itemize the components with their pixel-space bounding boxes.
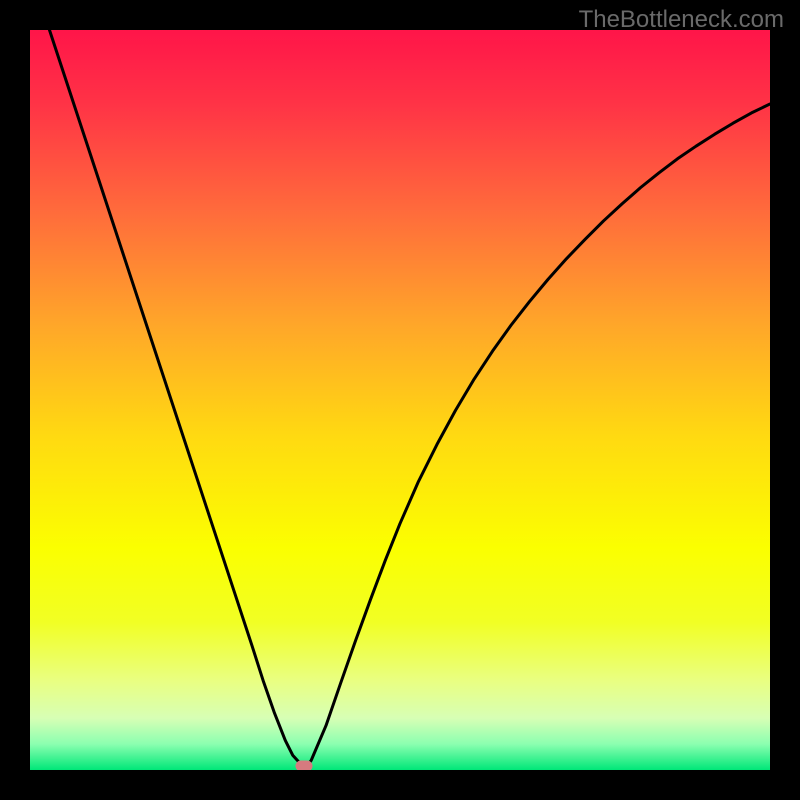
plot-area bbox=[30, 30, 770, 770]
bottleneck-curve bbox=[30, 30, 770, 770]
optimal-point bbox=[295, 760, 312, 770]
watermark-text: TheBottleneck.com bbox=[579, 6, 784, 34]
